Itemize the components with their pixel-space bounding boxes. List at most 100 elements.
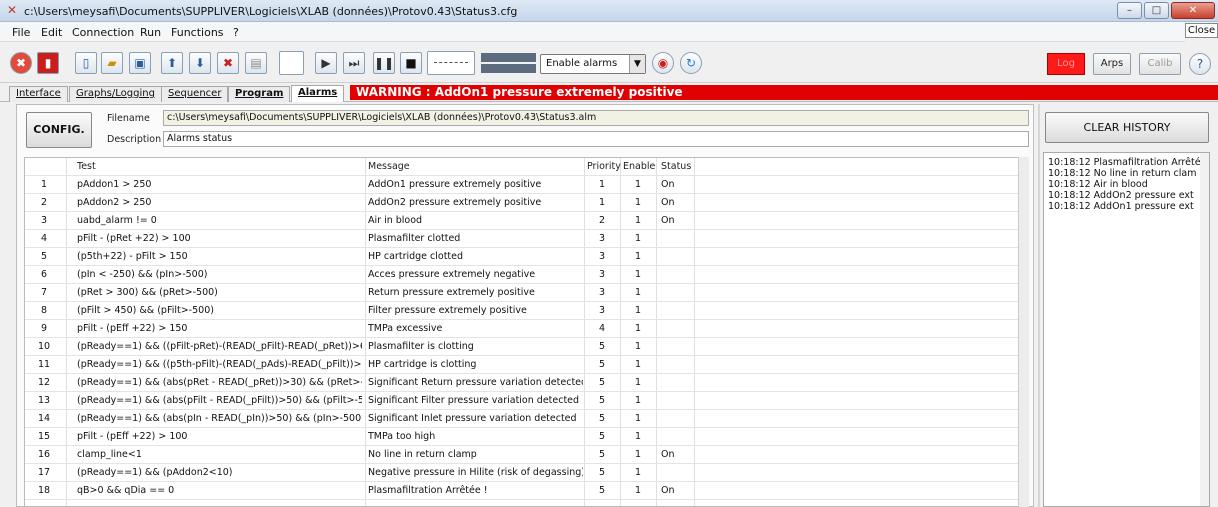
priority-cell: 3 [598,251,606,262]
table-row[interactable]: 18 qB>0 && qDia == 0 Plasmafiltration Arrê… [25,482,1028,500]
panel-splitter[interactable] [1038,104,1040,507]
menu-file[interactable]: File [12,26,30,39]
priority-cell: 4 [598,323,606,334]
table-row[interactable]: 13 (pReady==1) && (abs(pFilt - READ(_pFil… [25,392,1028,410]
tab-sequencer[interactable]: Sequencer [161,86,229,102]
message-cell: No line in return clamp [368,449,477,460]
priority-cell: 5 [598,449,606,460]
log-label: Log [1048,54,1084,74]
open-folder-icon[interactable]: ▰ [101,52,123,74]
table-row[interactable]: 17 (pReady==1) && (pAddon2<10) Negative pr… [25,464,1028,482]
enable-cell: 1 [634,251,642,262]
menu-run[interactable]: Run [140,26,161,39]
message-cell: Return pressure extremely positive [368,287,535,298]
calib-button[interactable]: Calib [1139,53,1181,75]
priority-cell: 5 [598,341,606,352]
test-cell: (pIn < -250) && (pIn>-500) [77,269,208,280]
message-cell: HP cartridge clotted [368,251,464,262]
test-cell: pAddon1 > 250 [77,179,152,190]
refresh-icon[interactable]: ↻ [680,52,702,74]
close-tooltip: Close [1185,23,1218,38]
history-item[interactable]: 10:18:12 AddOn1 pressure ext [1048,201,1194,212]
arps-button[interactable]: Arps [1093,53,1131,75]
table-row[interactable]: 8 (pFilt > 450) && (pFilt>-500) Filter pre… [25,302,1028,320]
alarms-select[interactable]: Enable alarms ▼ [540,54,646,74]
history-item[interactable]: 10:18:12 Plasmafiltration Arrêté [1048,157,1201,168]
history-list[interactable]: 10:18:12 Plasmafiltration Arrêté 10:18:1… [1043,152,1210,507]
status-cell [661,248,691,266]
priority-cell: 1 [598,197,606,208]
filename-field[interactable]: c:\Users\meysafi\Documents\SUPPLIVER\Log… [163,110,1029,126]
blank-button[interactable] [279,51,304,75]
priority-cell: 2 [598,215,606,226]
table-row[interactable]: 2 pAddon2 > 250 AddOn2 pressure extremely … [25,194,1028,212]
enable-cell: 1 [634,197,642,208]
table-row[interactable]: 15 pFilt - (pEff +22) > 100 TMPa too high 5… [25,428,1028,446]
save-icon[interactable]: ▣ [129,52,151,74]
message-cell: Plasmafilter is clotting [368,341,474,352]
history-item[interactable]: 10:18:12 No line in return clam [1048,168,1196,179]
message-cell: TMPa excessive [368,323,443,334]
tab-alarms[interactable]: Alarms [291,85,345,102]
pause-icon[interactable]: ❚❚ [373,52,395,74]
status-cell [661,338,691,356]
table-row[interactable]: 1 pAddon1 > 250 AddOn1 pressure extremely … [25,176,1028,194]
download-icon[interactable]: ⬇ [189,52,211,74]
table-row[interactable]: 4 pFilt - (pRet +22) > 100 Plasmafilter cl… [25,230,1028,248]
description-field[interactable]: Alarms status [163,131,1029,147]
new-file-icon[interactable]: ▯ [75,52,97,74]
table-row[interactable]: 10 (pReady==1) && ((pFilt-pRet)-(READ(_pF… [25,338,1028,356]
test-cell: (p5th+22) - pFilt > 150 [77,251,188,262]
play-icon[interactable]: ▶ [315,52,337,74]
table-row[interactable]: 3 uabd_alarm != 0 Air in blood 2 1 On [25,212,1028,230]
test-cell: uabd_alarm != 0 [77,215,157,226]
table-row[interactable]: 14 (pReady==1) && (abs(pIn - READ(_pIn))>… [25,410,1028,428]
clear-history-button[interactable]: CLEAR HISTORY [1045,112,1209,143]
table-row[interactable]: 5 (p5th+22) - pFilt > 150 HP cartridge clo… [25,248,1028,266]
menu-functions[interactable]: Functions [171,26,224,39]
enable-cell: 1 [634,431,642,442]
log-button[interactable]: Log [1047,53,1085,75]
menu-help[interactable]: ? [233,26,239,39]
header-enable: Enable [623,161,656,172]
maximize-button[interactable]: □ [1144,2,1169,19]
stop-icon[interactable]: ✖ [10,52,32,74]
line-style-box[interactable] [427,51,475,75]
disconnect-icon[interactable]: ▮ [37,52,59,74]
tab-graphs-logging[interactable]: Graphs/Logging [69,86,162,102]
history-item[interactable]: 10:18:12 AddOn2 pressure ext [1048,190,1194,201]
delete-icon[interactable]: ✖ [217,52,239,74]
row-index: 15 [37,431,51,442]
enable-cell: 1 [634,287,642,298]
upload-icon[interactable]: ⬆ [161,52,183,74]
table-row[interactable]: 6 (pIn < -250) && (pIn>-500) Acces pressur… [25,266,1028,284]
history-scrollbar[interactable] [1200,153,1209,506]
stop-square-icon[interactable]: ■ [400,52,422,74]
minimize-button[interactable]: – [1117,2,1142,19]
enable-cell: 1 [634,485,642,496]
table-row[interactable]: 9 pFilt - (pEff +22) > 150 TMPa excessive 4… [25,320,1028,338]
table-row[interactable]: 11 (pReady==1) && ((p5th-pFilt)-(READ(_pA… [25,356,1028,374]
table-row[interactable]: 7 (pRet > 300) && (pRet>-500) Return press… [25,284,1028,302]
step-icon[interactable]: ⏭ [343,52,365,74]
chevron-down-icon[interactable]: ▼ [629,55,645,73]
history-item[interactable]: 10:18:12 Air in blood [1048,179,1148,190]
close-button[interactable]: ✕ [1171,2,1215,19]
clear-icon[interactable]: ▤ [245,52,267,74]
sound-icon[interactable]: ◉ [652,52,674,74]
table-scrollbar[interactable] [1018,157,1029,507]
menu-edit[interactable]: Edit [41,26,62,39]
tab-interface[interactable]: Interface [9,86,68,102]
help-icon[interactable]: ? [1189,53,1211,75]
enable-cell: 1 [634,233,642,244]
table-row[interactable]: 16 clamp_line<1 No line in return clamp 5 1 O… [25,446,1028,464]
status-cell: On [661,449,675,460]
enable-cell: 1 [634,359,642,370]
menu-connection[interactable]: Connection [72,26,134,39]
status-cell: On [661,485,675,496]
table-row[interactable]: 12 (pReady==1) && (abs(pRet - READ(_pRet)… [25,374,1028,392]
row-index: 2 [40,197,48,208]
test-cell: qB>0 && qDia == 0 [77,485,175,496]
tab-program[interactable]: Program [228,86,291,102]
config-button[interactable]: CONFIG. [26,112,92,148]
